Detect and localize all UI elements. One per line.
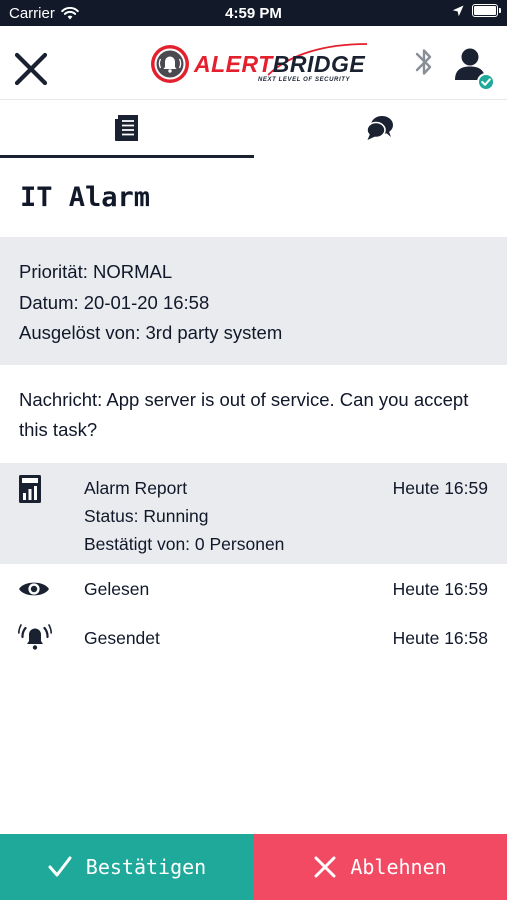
history-sent-label: Gesendet	[84, 628, 160, 648]
history-report-confirmed: Bestätigt von: 0 Personen	[84, 534, 285, 554]
battery-icon	[472, 4, 501, 17]
decline-button[interactable]: Ablehnen	[254, 834, 507, 900]
logo-word-alert: ALERT	[194, 51, 273, 77]
user-verified-icon[interactable]	[452, 46, 496, 92]
bluetooth-icon[interactable]	[412, 44, 436, 80]
active-tab-indicator	[0, 155, 254, 158]
alarm-bell-icon	[18, 624, 52, 650]
history-report-time: Heute 16:59	[392, 478, 488, 498]
eye-icon	[19, 582, 49, 596]
document-icon	[115, 115, 138, 141]
status-bar: Carrier 4:59 PM	[0, 0, 507, 26]
accept-button[interactable]: Bestätigen	[0, 834, 254, 900]
close-icon	[14, 52, 48, 86]
status-time: 4:59 PM	[225, 5, 282, 22]
report-icon	[19, 475, 41, 503]
history-item-sent[interactable]: Gesendet Heute 16:58	[0, 613, 507, 662]
history-read-label: Gelesen	[84, 579, 150, 599]
alertbridge-logo: ALERTBRIDGE NEXT LEVEL OF SECURITY	[150, 42, 368, 88]
history-item-report[interactable]: Alarm Report Status: Running Bestätigt v…	[0, 463, 507, 564]
tab-chat[interactable]	[254, 100, 507, 158]
alarm-title: IT Alarm	[20, 182, 151, 213]
logo-tagline: NEXT LEVEL OF SECURITY	[258, 77, 351, 83]
location-arrow-icon	[452, 5, 464, 16]
chat-bubbles-icon	[366, 116, 393, 140]
nav-bar: ALERTBRIDGE NEXT LEVEL OF SECURITY	[0, 26, 507, 100]
alarm-date: Datum: 20-01-20 16:58	[19, 291, 210, 313]
history-sent-time: Heute 16:58	[392, 628, 488, 648]
tab-details[interactable]	[0, 100, 254, 158]
status-right	[452, 4, 501, 17]
decline-button-label: Ablehnen	[350, 855, 447, 879]
close-button[interactable]	[12, 50, 50, 88]
checkmark-icon	[48, 856, 72, 877]
history-read-time: Heute 16:59	[392, 579, 488, 599]
alarm-message: Nachricht: App server is out of service.…	[19, 389, 469, 440]
history-item-read[interactable]: Gelesen Heute 16:59	[0, 564, 507, 613]
history-report-status: Status: Running	[84, 506, 209, 526]
history-report-title: Alarm Report	[84, 478, 188, 498]
tab-bar	[0, 100, 507, 158]
alarm-info-panel: Priorität: NORMAL Datum: 20-01-20 16:58 …	[0, 237, 507, 365]
logo-word-bridge: BRIDGE	[272, 51, 366, 77]
x-icon	[314, 856, 336, 878]
logo-wordmark: ALERTBRIDGE	[194, 51, 365, 78]
accept-button-label: Bestätigen	[85, 855, 207, 879]
alarm-triggered-by: Ausgelöst von: 3rd party system	[19, 322, 283, 343]
alarm-priority: Priorität: NORMAL	[19, 261, 173, 282]
